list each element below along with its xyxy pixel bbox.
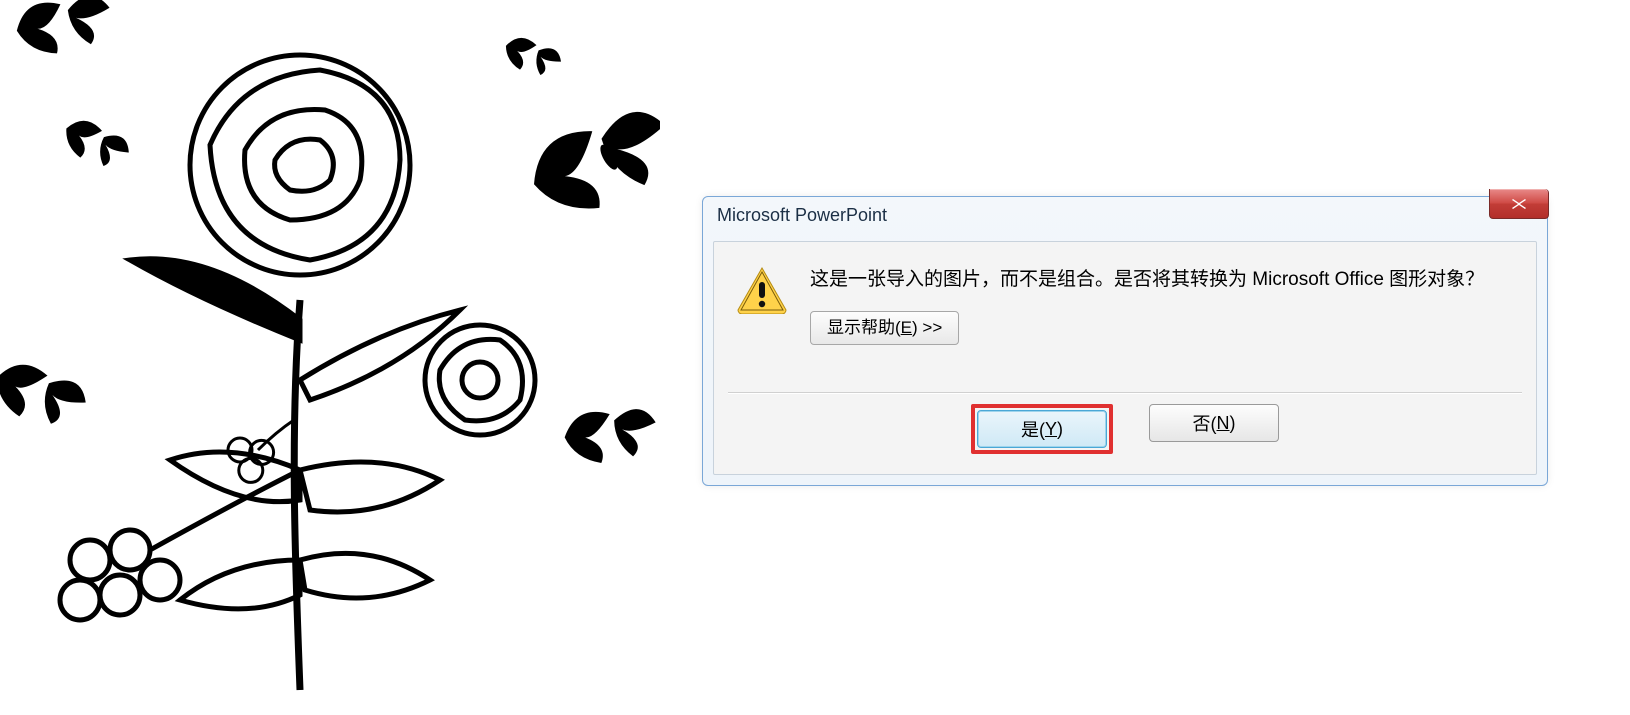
confirm-dialog: Microsoft PowerPoint 这是一张导入的图片，而不是组合。是否将…	[702, 196, 1548, 486]
separator	[728, 392, 1522, 394]
dialog-button-row: 是(Y) 否(N)	[714, 404, 1536, 454]
yes-button[interactable]: 是(Y)	[977, 410, 1107, 448]
close-icon	[1511, 198, 1527, 210]
dialog-content: 这是一张导入的图片，而不是组合。是否将其转换为 Microsoft Office…	[713, 241, 1537, 475]
dialog-title: Microsoft PowerPoint	[717, 205, 887, 225]
show-help-button[interactable]: 显示帮助(E) >>	[810, 311, 959, 345]
yes-button-highlight: 是(Y)	[971, 404, 1113, 454]
no-button[interactable]: 否(N)	[1149, 404, 1279, 442]
dialog-titlebar: Microsoft PowerPoint	[703, 197, 1547, 237]
decorative-artwork	[0, 0, 660, 710]
dialog-message: 这是一张导入的图片，而不是组合。是否将其转换为 Microsoft Office…	[810, 266, 1514, 295]
flower-butterfly-illustration	[0, 0, 660, 710]
close-button[interactable]	[1489, 189, 1549, 219]
warning-icon	[736, 266, 788, 314]
